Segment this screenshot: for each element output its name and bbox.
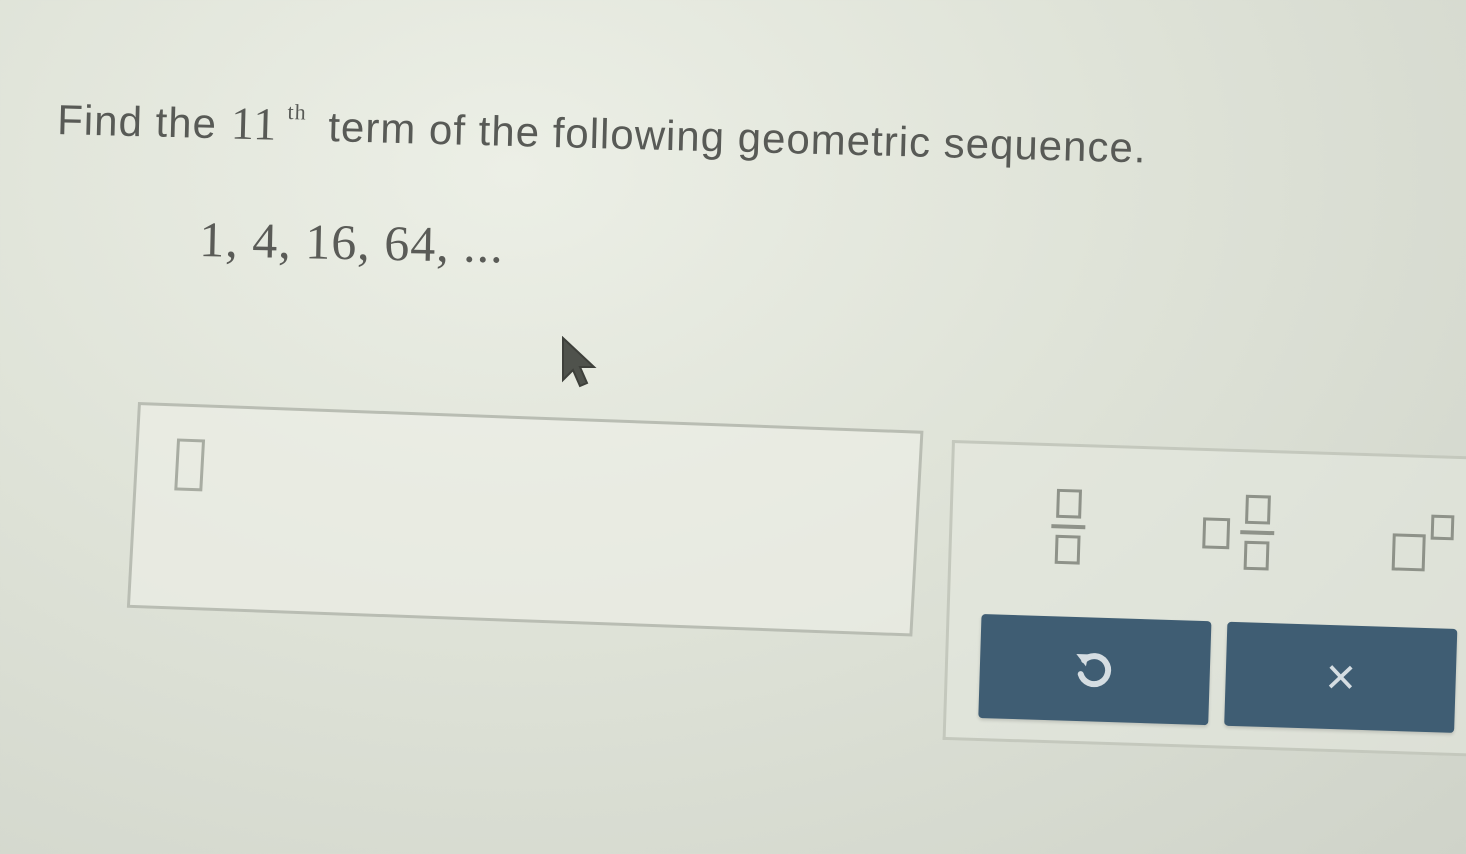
question-text: Find the 11 th term of the following geomet… [57,92,1148,174]
input-cursor-box [174,438,206,492]
undo-button[interactable] [978,614,1212,726]
question-prefix: Find the [56,95,218,148]
fraction-template-icon [1051,488,1086,565]
undo-icon [1076,653,1112,688]
sequence-text: 1, 4, 16, 64, ... [198,210,505,274]
close-icon: × [1324,647,1357,707]
mouse-pointer-icon [560,335,600,401]
term-number: 11 [230,97,278,150]
math-keypad: × [942,440,1466,758]
term-suffix: th [287,99,308,125]
fraction-button[interactable] [1047,486,1090,576]
clear-button[interactable]: × [1224,621,1458,733]
answer-input[interactable] [126,402,924,637]
question-rest: term of the following geometric sequence… [327,103,1148,172]
exponent-button[interactable] [1389,497,1466,588]
exponent-template-icon [1391,514,1455,572]
mixed-number-template-icon [1202,494,1275,571]
mixed-number-button[interactable] [1199,491,1292,583]
